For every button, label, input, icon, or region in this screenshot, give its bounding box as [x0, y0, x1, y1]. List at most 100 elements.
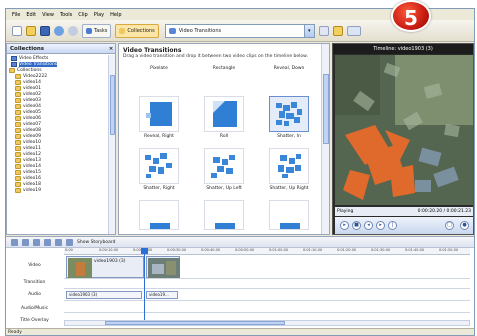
transition-shatter-right[interactable]: [139, 148, 179, 184]
close-icon[interactable]: ×: [107, 44, 115, 53]
folder-icon: [15, 145, 21, 151]
tree-item-label: video14: [23, 163, 42, 169]
menu-play[interactable]: Play: [94, 12, 104, 18]
transition-label: Pixelate: [150, 66, 168, 71]
scroll-thumb[interactable]: [110, 75, 115, 135]
new-project-icon[interactable]: [12, 25, 22, 36]
menu-edit[interactable]: Edit: [26, 12, 36, 18]
collections-icon: [119, 27, 126, 34]
transition-partial[interactable]: [204, 200, 244, 230]
tree-item-label: video06: [23, 115, 42, 121]
preview-monitor: Timeline: video1903 (3) Playing 0:00:20.…: [332, 43, 474, 235]
views-icon[interactable]: [346, 25, 361, 36]
video-clip-2[interactable]: [146, 256, 180, 278]
roll-icon: [213, 101, 237, 127]
zoom-in-icon[interactable]: [33, 238, 40, 246]
transition-partial[interactable]: [269, 200, 309, 230]
transition-label: Shatter, Up Right: [269, 186, 309, 191]
transition-preview-icon: [150, 223, 170, 229]
transition-roll[interactable]: [204, 96, 244, 132]
timeline-toolbar: Show Storyboard: [6, 237, 474, 248]
shatter-up-left-icon: [211, 155, 235, 178]
transition-shatter-up-left[interactable]: [204, 148, 244, 184]
transition-preview-icon: [280, 223, 300, 229]
new-folder-icon[interactable]: [332, 25, 343, 36]
split-icon[interactable]: |: [388, 221, 397, 230]
tree-item-label: Video2222: [23, 73, 48, 79]
transition-label: Shatter, Up Left: [206, 186, 242, 191]
transition-shatter-up-right[interactable]: [269, 148, 309, 184]
save-project-icon[interactable]: [40, 25, 50, 36]
ruler-tick: 0:00:50.00: [235, 248, 255, 252]
tree-item-label: video18: [23, 181, 42, 187]
previous-frame-icon[interactable]: ◂: [364, 221, 373, 230]
video-clip[interactable]: video1903 (3): [66, 256, 144, 278]
collections-button[interactable]: Collections: [115, 23, 159, 38]
zoom-out-icon[interactable]: [44, 238, 51, 246]
audio-clip-2[interactable]: video19...: [146, 291, 178, 299]
fullscreen-icon[interactable]: □: [445, 221, 454, 230]
track-label-audio: Audio: [28, 292, 41, 297]
folder-icon: [15, 157, 21, 163]
folder-icon: [15, 133, 21, 139]
playhead[interactable]: [144, 248, 145, 326]
reveal-right-icon: [146, 102, 172, 126]
rewind-timeline-icon[interactable]: [55, 238, 62, 246]
tree-item-label: video14: [23, 79, 42, 85]
transition-track[interactable]: [64, 279, 470, 289]
track-label-transition: Transition: [23, 280, 46, 285]
menu-tools[interactable]: Tools: [60, 12, 72, 18]
narrate-icon[interactable]: [22, 238, 29, 246]
collections-tree: Video Effects Video Transitions Collection…: [7, 54, 115, 193]
scroll-thumb[interactable]: [105, 321, 285, 325]
menu-view[interactable]: View: [42, 12, 54, 18]
playback-status: Playing: [337, 209, 354, 214]
timeline-scrollbar[interactable]: [64, 320, 470, 326]
combo-value: Video Transitions: [178, 27, 222, 34]
show-storyboard-button[interactable]: Show Storyboard: [77, 240, 115, 245]
tasks-button[interactable]: Tasks: [82, 23, 112, 38]
redo-icon[interactable]: [68, 25, 78, 36]
snapshot-icon[interactable]: ●: [460, 221, 469, 230]
ruler-tick: 0:00:10.00: [99, 248, 119, 252]
folder-icon: [15, 139, 21, 145]
play-icon[interactable]: ▸: [340, 221, 349, 230]
tree-item-label: video16: [23, 175, 42, 181]
transition-label: Reveal, Right: [144, 134, 174, 139]
tree-item-label: video07: [23, 121, 42, 127]
menu-help[interactable]: Help: [110, 12, 121, 18]
transition-reveal-right[interactable]: [139, 96, 179, 132]
transitions-scrollbar[interactable]: [321, 44, 329, 234]
folder-icon: [15, 175, 21, 181]
time-ruler[interactable]: 0:000:00:10.000:00:20.000:00:30.000:00:4…: [64, 248, 470, 255]
open-project-icon[interactable]: [26, 25, 36, 36]
audio-music-track[interactable]: [64, 301, 470, 313]
play-timeline-icon[interactable]: [66, 238, 73, 246]
playhead-handle[interactable]: [141, 248, 148, 254]
audio-clip[interactable]: video1903 (3): [66, 291, 142, 299]
collections-scrollbar[interactable]: [108, 55, 115, 234]
tree-item-label: video19: [23, 187, 42, 193]
collections-label: Collections: [127, 27, 155, 34]
collection-icon: [11, 61, 17, 67]
tree-item-label: video13: [23, 157, 42, 163]
ruler-tick: 0:00:40.00: [201, 248, 221, 252]
up-folder-icon[interactable]: [318, 25, 329, 36]
transition-partial[interactable]: [139, 200, 179, 230]
collections-title: Collections: [10, 46, 45, 52]
ruler-tick: 0:01:10.00: [303, 248, 323, 252]
scroll-thumb[interactable]: [323, 74, 329, 144]
next-frame-icon[interactable]: ▸: [376, 221, 385, 230]
folder-icon: [15, 181, 21, 187]
menu-file[interactable]: File: [12, 12, 20, 18]
stop-icon[interactable]: ■: [352, 221, 361, 230]
transition-shatter-in[interactable]: [269, 96, 309, 132]
menu-clip[interactable]: Clip: [78, 12, 87, 18]
collection-combo[interactable]: Video Transitions ▾: [164, 23, 315, 38]
set-audio-levels-icon[interactable]: [11, 238, 18, 246]
chevron-down-icon[interactable]: ▾: [303, 24, 314, 37]
undo-icon[interactable]: [54, 25, 64, 36]
folder-icon: [9, 67, 15, 73]
tree-item[interactable]: video19: [9, 187, 115, 193]
transition-label: Shatter, In: [277, 134, 301, 139]
